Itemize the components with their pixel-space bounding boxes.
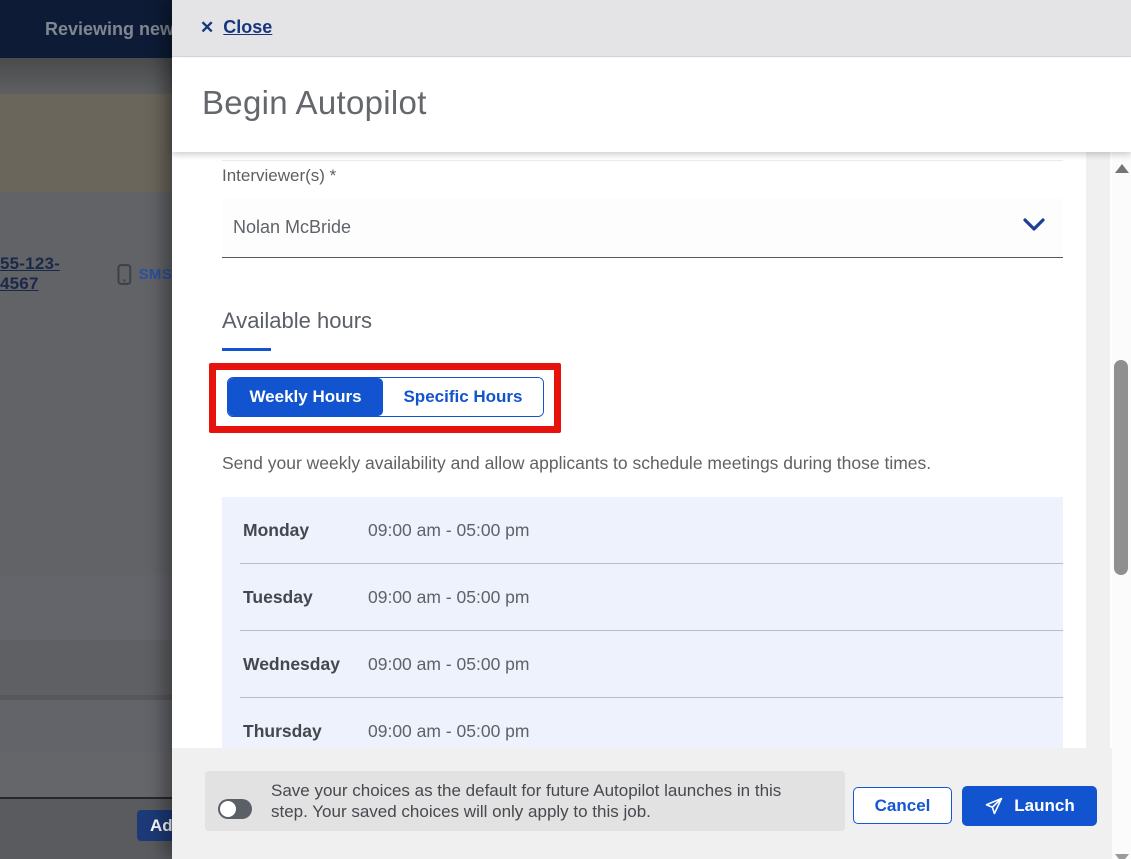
chevron-down-icon bbox=[1023, 218, 1045, 232]
dimmed-background-page: Reviewing new 55-123-4567 SMS Add bbox=[0, 0, 172, 859]
begin-autopilot-modal: ✕ Close Begin Autopilot Interviewer(s) *… bbox=[172, 0, 1131, 859]
tab-weekly-hours[interactable]: Weekly Hours bbox=[228, 378, 383, 416]
background-band bbox=[0, 752, 172, 797]
background-band bbox=[0, 640, 172, 695]
close-label: Close bbox=[223, 17, 272, 38]
hours-type-tab-group: Weekly Hours Specific Hours bbox=[227, 377, 544, 417]
available-hours-heading: Available hours bbox=[222, 308, 372, 334]
hours-row-thursday[interactable]: Thursday 09:00 am - 05:00 pm bbox=[222, 698, 1063, 748]
time-range: 09:00 am - 05:00 pm bbox=[368, 721, 529, 742]
day-label: Monday bbox=[243, 520, 368, 541]
modal-footer: Save your choices as the default for fut… bbox=[172, 748, 1131, 859]
time-range: 09:00 am - 05:00 pm bbox=[368, 520, 529, 541]
hours-row-monday[interactable]: Monday 09:00 am - 05:00 pm bbox=[222, 497, 1063, 564]
day-label: Thursday bbox=[243, 721, 368, 742]
launch-label: Launch bbox=[1014, 796, 1074, 816]
contact-phone-row: 55-123-4567 SMS bbox=[0, 262, 172, 286]
close-button[interactable]: ✕ Close bbox=[200, 17, 272, 38]
weekly-hours-panel: Monday 09:00 am - 05:00 pm Tuesday 09:00… bbox=[222, 497, 1063, 748]
background-band bbox=[0, 192, 172, 575]
day-label: Tuesday bbox=[243, 587, 368, 608]
hours-row-tuesday[interactable]: Tuesday 09:00 am - 05:00 pm bbox=[222, 564, 1063, 631]
section-heading-underline bbox=[222, 348, 271, 351]
time-range: 09:00 am - 05:00 pm bbox=[368, 587, 529, 608]
background-band bbox=[0, 58, 172, 94]
scrollbar bbox=[1112, 152, 1131, 859]
scrollbar-up-arrow[interactable] bbox=[1115, 164, 1129, 173]
modal-body: Interviewer(s) * Nolan McBride Available… bbox=[172, 152, 1131, 748]
top-bar-title: Reviewing new bbox=[45, 19, 172, 40]
scrollbar-thumb[interactable] bbox=[1114, 360, 1128, 575]
paper-plane-icon bbox=[984, 796, 1004, 816]
interviewer-select[interactable]: Nolan McBride bbox=[222, 198, 1063, 258]
time-range: 09:00 am - 05:00 pm bbox=[368, 654, 529, 675]
save-default-text-line2: step. Your saved choices will only apply… bbox=[271, 801, 781, 822]
interviewer-label: Interviewer(s) * bbox=[222, 166, 336, 186]
previous-field-divider bbox=[222, 160, 1063, 161]
background-band bbox=[0, 575, 172, 640]
background-header-band bbox=[0, 94, 172, 192]
close-icon: ✕ bbox=[200, 18, 214, 38]
save-default-strip: Save your choices as the default for fut… bbox=[205, 771, 845, 831]
cancel-button[interactable]: Cancel bbox=[853, 787, 952, 824]
mobile-phone-icon bbox=[117, 264, 132, 285]
tab-specific-hours[interactable]: Specific Hours bbox=[383, 378, 543, 416]
save-default-text-line1: Save your choices as the default for fut… bbox=[271, 780, 781, 801]
save-default-toggle[interactable] bbox=[218, 799, 252, 819]
scrollbar-down-arrow[interactable] bbox=[1115, 854, 1129, 859]
interviewer-selected-value: Nolan McBride bbox=[233, 217, 351, 238]
sms-link[interactable]: SMS bbox=[139, 266, 172, 283]
modal-close-bar: ✕ Close bbox=[172, 0, 1131, 57]
day-label: Wednesday bbox=[243, 654, 368, 675]
save-default-text: Save your choices as the default for fut… bbox=[271, 780, 781, 822]
modal-title: Begin Autopilot bbox=[202, 84, 427, 122]
hours-row-wednesday[interactable]: Wednesday 09:00 am - 05:00 pm bbox=[222, 631, 1063, 698]
weekly-hours-description: Send your weekly availability and allow … bbox=[222, 453, 931, 474]
launch-button[interactable]: Launch bbox=[962, 786, 1097, 826]
inner-scrollbar-track[interactable] bbox=[1086, 152, 1110, 748]
phone-number-link[interactable]: 55-123-4567 bbox=[0, 254, 97, 294]
app-top-bar: Reviewing new bbox=[0, 0, 172, 58]
modal-header: Begin Autopilot bbox=[172, 58, 1131, 152]
background-band bbox=[0, 700, 172, 752]
toggle-knob bbox=[220, 801, 236, 817]
